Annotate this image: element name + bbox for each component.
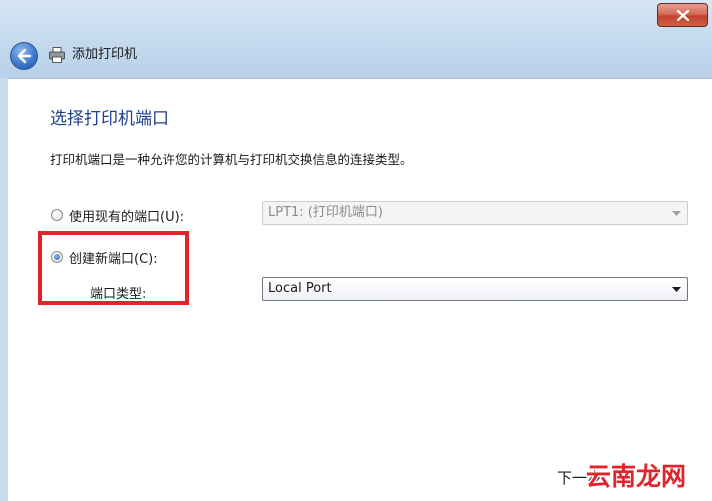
existing-port-dropdown[interactable]: LPT1: (打印机端口) bbox=[262, 201, 688, 225]
close-icon bbox=[677, 10, 689, 21]
window-title: 添加打印机 bbox=[72, 47, 138, 62]
wizard-content: 选择打印机端口 打印机端口是一种允许您的计算机与打印机交换信息的连接类型。 使用… bbox=[8, 78, 712, 501]
printer-icon bbox=[49, 47, 65, 63]
close-button[interactable] bbox=[657, 3, 708, 27]
port-type-label: 端口类型: bbox=[90, 287, 147, 302]
chevron-down-icon bbox=[672, 211, 681, 216]
new-port-radio[interactable] bbox=[51, 251, 63, 263]
back-arrow-icon bbox=[17, 48, 32, 64]
back-button[interactable] bbox=[10, 42, 38, 70]
watermark-logo: 云南龙网 bbox=[586, 462, 687, 491]
new-port-label[interactable]: 创建新端口(C): bbox=[69, 248, 158, 267]
existing-port-value: LPT1: (打印机端口) bbox=[268, 205, 383, 220]
chevron-down-icon bbox=[672, 287, 681, 292]
port-type-dropdown[interactable]: Local Port bbox=[262, 277, 688, 301]
page-heading: 选择打印机端口 bbox=[50, 109, 169, 129]
existing-port-label[interactable]: 使用现有的端口(U): bbox=[69, 206, 184, 225]
title-bar: 添加打印机 bbox=[0, 0, 712, 78]
page-description: 打印机端口是一种允许您的计算机与打印机交换信息的连接类型。 bbox=[50, 152, 413, 167]
existing-port-radio[interactable] bbox=[51, 209, 63, 221]
port-type-value: Local Port bbox=[268, 281, 332, 296]
